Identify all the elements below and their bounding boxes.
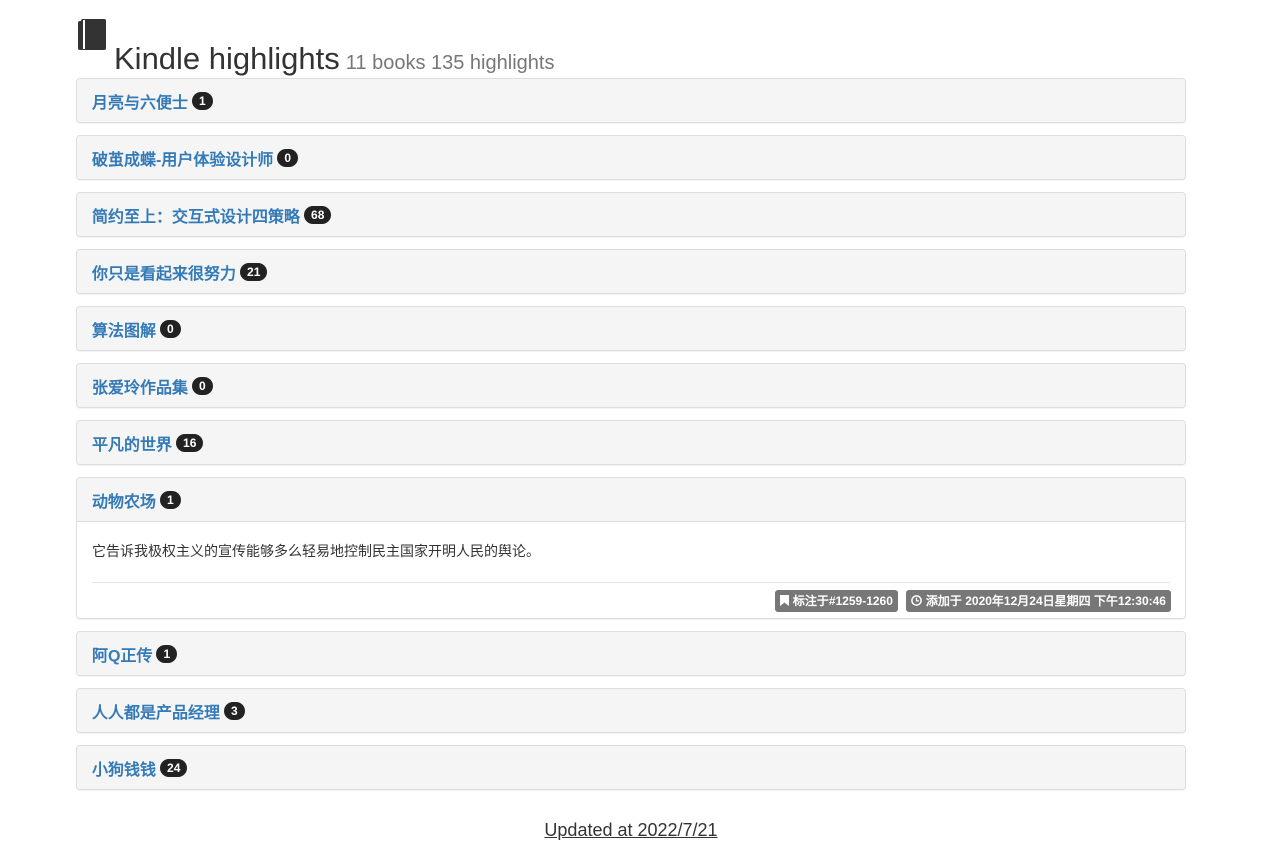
highlight-count-badge: 24 (160, 758, 188, 777)
book-panel-expanded: 动物农场 1 它告诉我极权主义的宣传能够多么轻易地控制民主国家开明人民的舆论。 … (76, 477, 1186, 619)
book-title-link[interactable]: 你只是看起来很努力 (92, 260, 236, 284)
book-panel: 平凡的世界 16 (76, 420, 1186, 465)
book-title-link[interactable]: 动物农场 (92, 488, 156, 512)
highlight-count-badge: 21 (240, 262, 268, 281)
book-title-link[interactable]: 小狗钱钱 (92, 756, 156, 780)
location-label: 标注于#1259-1260 (774, 589, 898, 612)
book-title-link[interactable]: 阿Q正传 (92, 642, 152, 666)
highlight-count-badge: 1 (192, 91, 213, 110)
book-panel: 人人都是产品经理 3 (76, 688, 1186, 733)
book-title-link[interactable]: 平凡的世界 (92, 431, 172, 455)
book-panel: 张爱玲作品集 0 (76, 363, 1186, 408)
book-title-link[interactable]: 破茧成蝶-用户体验设计师 (92, 146, 273, 170)
book-icon (78, 19, 106, 50)
clock-icon (911, 595, 922, 606)
highlight-meta: 标注于#1259-1260 添加于 2020年12月24日星期四 下午12:30… (92, 583, 1171, 618)
book-panel-heading[interactable]: 算法图解 0 (77, 307, 1185, 350)
highlight-count-badge: 3 (224, 701, 245, 720)
highlight-count-badge: 0 (277, 148, 299, 167)
book-panel-heading[interactable]: 你只是看起来很努力 21 (77, 250, 1185, 293)
highlight-count-badge: 0 (160, 319, 181, 338)
book-panel-heading[interactable]: 阿Q正传 1 (77, 632, 1185, 675)
book-title-link[interactable]: 月亮与六便士 (92, 89, 188, 113)
book-panel: 阿Q正传 1 (76, 631, 1186, 676)
highlight-count-badge: 0 (192, 376, 213, 395)
book-panel-heading[interactable]: 月亮与六便士 1 (77, 79, 1185, 122)
location-text: 标注于#1259-1260 (792, 593, 893, 608)
book-panel: 你只是看起来很努力 21 (76, 249, 1186, 294)
footer: Updated at 2022/7/21 (0, 818, 1262, 842)
book-panel-heading[interactable]: 张爱玲作品集 0 (77, 364, 1185, 407)
page-title: Kindle highlights 11 books 135 highlights (114, 39, 554, 83)
book-panel: 月亮与六便士 1 (76, 78, 1186, 123)
book-panel-heading[interactable]: 人人都是产品经理 3 (77, 689, 1185, 732)
highlight-text: 它告诉我极权主义的宣传能够多么轻易地控制民主国家开明人民的舆论。 (92, 543, 540, 559)
bookmark-icon (779, 595, 789, 606)
highlight-count-badge: 1 (160, 490, 181, 509)
book-panel: 破茧成蝶-用户体验设计师 0 (76, 135, 1186, 180)
highlight-count-badge: 1 (156, 644, 178, 663)
highlight-count-badge: 16 (176, 433, 204, 452)
added-time-text: 添加于 2020年12月24日星期四 下午12:30:46 (925, 593, 1166, 608)
book-panel-heading[interactable]: 动物农场 1 (77, 478, 1185, 522)
page-container: Kindle highlights 11 books 135 highlights… (76, 0, 1186, 802)
book-panel: 小狗钱钱 24 (76, 745, 1186, 790)
book-panel-heading[interactable]: 简约至上：交互式设计四策略 68 (77, 193, 1185, 236)
book-panel: 算法图解 0 (76, 306, 1186, 351)
added-time-label: 添加于 2020年12月24日星期四 下午12:30:46 (905, 589, 1171, 612)
title-text: Kindle highlights (114, 40, 340, 76)
book-title-link[interactable]: 人人都是产品经理 (92, 699, 220, 723)
book-panel: 简约至上：交互式设计四策略 68 (76, 192, 1186, 237)
highlight-count-badge: 68 (304, 205, 332, 224)
book-title-link[interactable]: 算法图解 (92, 317, 156, 341)
page-header: Kindle highlights 11 books 135 highlights (76, 0, 1186, 78)
book-panel-heading[interactable]: 破茧成蝶-用户体验设计师 0 (77, 136, 1185, 179)
book-title-link[interactable]: 简约至上：交互式设计四策略 (92, 203, 300, 227)
book-title-link[interactable]: 张爱玲作品集 (92, 374, 188, 398)
book-panel-heading[interactable]: 平凡的世界 16 (77, 421, 1185, 464)
updated-link[interactable]: Updated at 2022/7/21 (544, 820, 717, 840)
summary-text: 11 books 135 highlights (345, 51, 555, 74)
highlight-list: 它告诉我极权主义的宣传能够多么轻易地控制民主国家开明人民的舆论。 标注于#125… (77, 522, 1185, 618)
book-panel-heading[interactable]: 小狗钱钱 24 (77, 746, 1185, 789)
